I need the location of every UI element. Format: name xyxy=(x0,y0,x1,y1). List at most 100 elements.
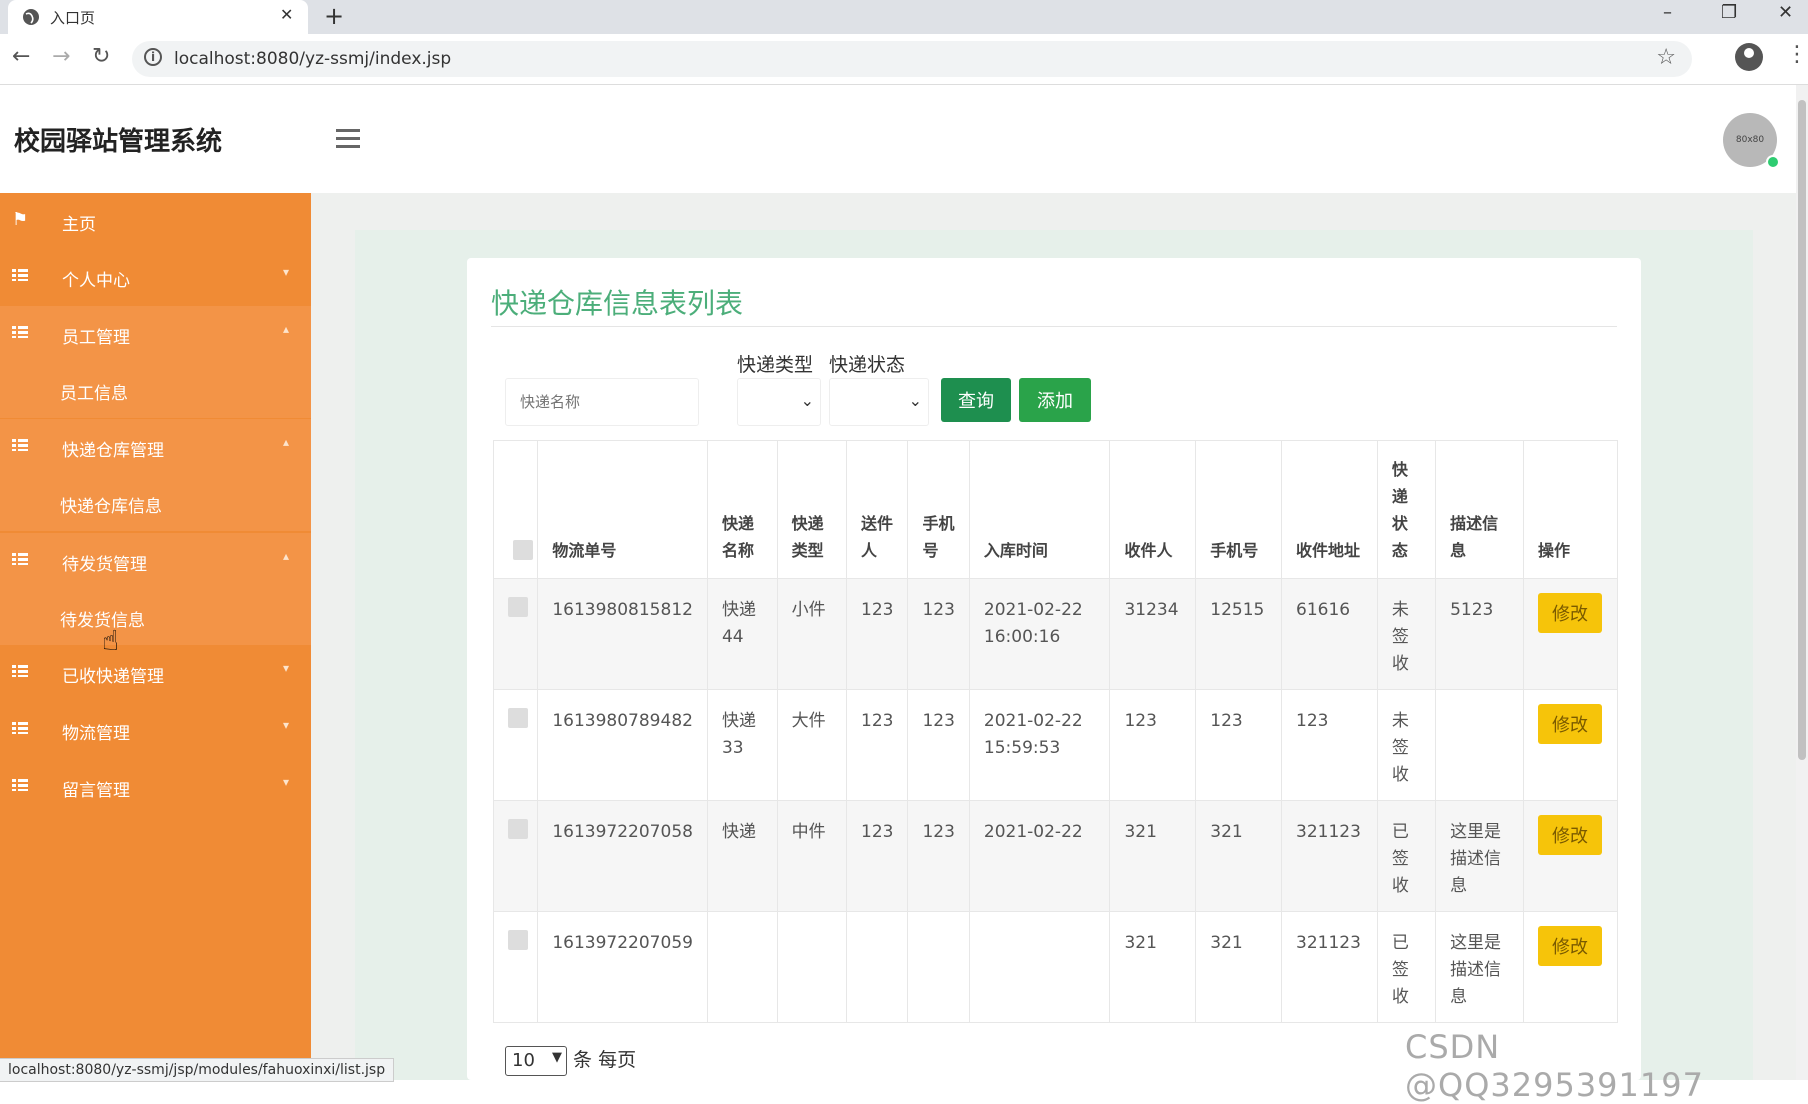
sidebar-item-staff-info[interactable]: 员工信息 xyxy=(0,362,311,418)
cell-recipient-phone: 321 xyxy=(1195,911,1283,1023)
profile-icon[interactable] xyxy=(1735,43,1763,71)
add-button[interactable]: 添加 xyxy=(1019,378,1091,422)
chevron-up-icon: ▴ xyxy=(283,435,290,449)
type-select[interactable]: ⌄ xyxy=(737,378,821,426)
page-size-select[interactable]: 10 ▼ xyxy=(505,1045,567,1076)
chevron-up-icon: ▴ xyxy=(283,549,290,563)
page-size-control: 10 ▼ 条 每页 xyxy=(505,1045,636,1076)
cell-recipient: 321 xyxy=(1109,800,1197,912)
sidebar-item-staff-management[interactable]: 员工管理 ▴ xyxy=(0,306,311,362)
minimize-icon[interactable]: – xyxy=(1663,2,1672,23)
header-tracking-no: 物流单号 xyxy=(537,440,708,579)
cell-actions: 修改 xyxy=(1522,578,1619,690)
page-scrollbar-thumb[interactable] xyxy=(1798,100,1806,760)
sidebar: ⚑ 主页 个人中心 ▾ 员工管理 ▴ 员工信息 快递仓库管理 ▴ 快递仓库信息 … xyxy=(0,193,311,1080)
tab-title: 入口页 xyxy=(50,9,96,27)
chevron-up-icon: ▴ xyxy=(283,322,290,336)
status-select[interactable]: ⌄ xyxy=(829,378,929,426)
sidebar-item-warehouse-info[interactable]: 快递仓库信息 xyxy=(0,475,311,531)
hamburger-menu-icon[interactable] xyxy=(336,129,360,153)
header-address: 收件地址 xyxy=(1281,440,1378,579)
row-checkbox[interactable] xyxy=(508,597,528,617)
cell-sender: 123 xyxy=(845,689,909,801)
sidebar-item-label: 员工管理 xyxy=(62,328,130,348)
edit-button[interactable]: 修改 xyxy=(1537,704,1602,744)
flag-icon: ⚑ xyxy=(12,209,29,230)
cell-express-type: 小件 xyxy=(776,578,848,690)
header-express-type: 快递类型 xyxy=(776,440,848,579)
grid-list-icon xyxy=(12,718,28,739)
edit-button[interactable]: 修改 xyxy=(1537,593,1602,633)
table-row: 1613980789482 快递33 大件 123 123 2021-02-22… xyxy=(492,689,1619,801)
new-tab-icon[interactable]: + xyxy=(324,2,344,30)
sidebar-item-label: 主页 xyxy=(62,215,96,235)
cell-address: 123 xyxy=(1281,689,1378,801)
back-icon[interactable]: ← xyxy=(12,44,30,69)
header-description: 描述信息 xyxy=(1435,440,1524,579)
cell-sender: 123 xyxy=(845,578,909,690)
sidebar-item-logistics-management[interactable]: 物流管理 ▾ xyxy=(0,702,311,758)
reload-icon[interactable]: ↻ xyxy=(92,44,110,69)
sidebar-item-pending-shipment-info[interactable]: 待发货信息 xyxy=(0,589,311,645)
forward-icon[interactable]: → xyxy=(52,44,70,69)
sidebar-item-message-management[interactable]: 留言管理 ▾ xyxy=(0,759,311,815)
sidebar-item-label: 已收快递管理 xyxy=(62,667,164,687)
sidebar-item-pending-shipment-management[interactable]: 待发货管理 ▴ xyxy=(0,533,311,589)
list-card: 快递仓库信息表列表 快递类型 快递状态 ⌄ ⌄ 查询 添加 物流单号 快递名称 … xyxy=(467,258,1641,1080)
query-button[interactable]: 查询 xyxy=(941,378,1011,422)
cell-sender-phone xyxy=(907,911,970,1023)
header-actions: 操作 xyxy=(1522,440,1619,579)
cell-status: 已签收 xyxy=(1376,911,1437,1023)
close-tab-icon[interactable]: ✕ xyxy=(280,5,293,24)
row-select-cell xyxy=(492,911,539,1023)
sidebar-item-personal-center[interactable]: 个人中心 ▾ xyxy=(0,249,311,305)
restore-icon[interactable]: ❐ xyxy=(1721,2,1737,23)
header-stock-in-time: 入库时间 xyxy=(968,440,1111,579)
bookmark-star-icon[interactable]: ☆ xyxy=(1656,45,1676,70)
cell-description: 这里是描述信息 xyxy=(1435,911,1524,1023)
chevron-down-icon: ⌄ xyxy=(800,391,814,410)
cell-sender xyxy=(845,911,909,1023)
cell-tracking-no: 1613980789482 xyxy=(537,689,708,801)
cell-sender-phone: 123 xyxy=(907,578,970,690)
sidebar-item-label: 快递仓库管理 xyxy=(62,441,164,461)
grid-list-icon xyxy=(12,322,28,343)
row-checkbox[interactable] xyxy=(508,708,528,728)
cell-actions: 修改 xyxy=(1522,800,1619,912)
edit-button[interactable]: 修改 xyxy=(1537,815,1602,855)
info-icon[interactable]: i xyxy=(144,48,162,66)
cell-recipient: 123 xyxy=(1109,689,1197,801)
row-checkbox[interactable] xyxy=(508,819,528,839)
page-title: 快递仓库信息表列表 xyxy=(491,287,744,320)
sidebar-item-received-management[interactable]: 已收快递管理 ▾ xyxy=(0,645,311,701)
row-checkbox[interactable] xyxy=(508,930,528,950)
chevron-down-icon: ▾ xyxy=(283,661,290,675)
window-close-icon[interactable]: ✕ xyxy=(1778,2,1793,23)
watermark: CSDN @QQ3295391197 xyxy=(1405,1028,1704,1104)
browser-tab[interactable]: 入口页 ✕ xyxy=(8,0,308,34)
globe-icon xyxy=(23,9,39,25)
table-header-row: 物流单号 快递名称 快递类型 送件人 手机号 入库时间 收件人 手机号 收件地址… xyxy=(492,440,1619,579)
cell-stock-in-time: 2021-02-22 16:00:16 xyxy=(968,578,1111,690)
address-bar[interactable]: i localhost:8080/yz-ssmj/index.jsp ☆ xyxy=(132,41,1692,77)
chevron-down-icon: ▾ xyxy=(283,718,290,732)
browser-menu-icon[interactable]: ⋮ xyxy=(1786,42,1808,67)
browser-navbar: ← → ↻ i localhost:8080/yz-ssmj/index.jsp… xyxy=(0,34,1808,85)
cell-recipient-phone: 123 xyxy=(1195,689,1283,801)
sidebar-item-label: 物流管理 xyxy=(62,724,130,744)
sidebar-item-label: 留言管理 xyxy=(62,781,130,801)
cell-express-name: 快递44 xyxy=(706,578,778,690)
cell-tracking-no: 1613972207058 xyxy=(537,800,708,912)
edit-button[interactable]: 修改 xyxy=(1537,926,1602,966)
sidebar-item-label: 员工信息 xyxy=(60,384,128,404)
cell-status: 已签收 xyxy=(1376,800,1437,912)
name-search-input[interactable] xyxy=(505,378,699,426)
page-size-value: 10 xyxy=(512,1049,535,1071)
cell-actions: 修改 xyxy=(1522,911,1619,1023)
select-all-checkbox[interactable] xyxy=(512,540,533,560)
address-text[interactable]: localhost:8080/yz-ssmj/index.jsp xyxy=(174,49,451,69)
browser-tabbar: 入口页 ✕ + – ❐ ✕ xyxy=(0,0,1808,34)
row-select-cell xyxy=(492,689,539,801)
sidebar-item-warehouse-management[interactable]: 快递仓库管理 ▴ xyxy=(0,419,311,475)
sidebar-item-home[interactable]: ⚑ 主页 xyxy=(0,193,311,249)
